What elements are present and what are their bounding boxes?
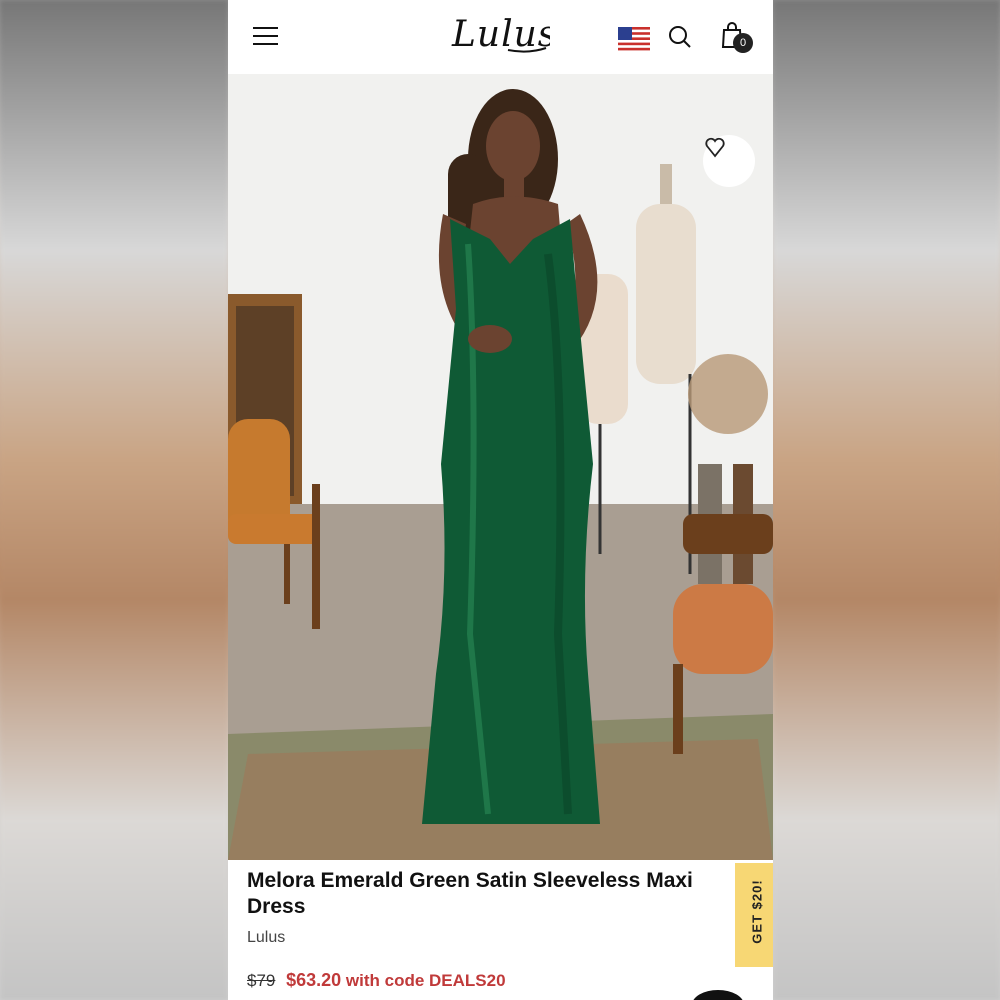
product-photo-illustration [228,74,773,860]
product-brand[interactable]: Lulus [247,929,285,947]
blurred-background-left [0,0,228,1000]
site-header: Lulus 0 [228,0,773,74]
product-title: Melora Emerald Green Satin Sleeveless Ma… [247,869,693,918]
cart-count-badge: 0 [733,33,753,53]
sale-price: $63.20 [286,970,342,990]
us-flag-icon[interactable] [618,27,650,51]
heart-icon [705,137,725,158]
promo-tab-label: GET $20! [749,879,765,944]
price-row: $79 $63.20 with code DEALS20 [247,970,506,991]
get-20-promo-tab[interactable]: GET $20! [735,863,773,967]
search-icon[interactable] [668,25,692,49]
mobile-page: Lulus 0 Melora Emerald Green Satin Sleev… [228,0,773,1000]
product-image[interactable] [228,74,773,860]
wishlist-button[interactable] [703,135,755,187]
promo-code-text: with code DEALS20 [345,971,506,990]
lulus-logo[interactable]: Lulus [450,10,550,56]
blurred-background-right [773,0,1000,1000]
product-details: Melora Emerald Green Satin Sleeveless Ma… [228,860,773,1000]
hamburger-menu-icon[interactable] [253,27,278,47]
svg-text:Lulus: Lulus [451,14,550,55]
original-price: $79 [247,971,276,990]
